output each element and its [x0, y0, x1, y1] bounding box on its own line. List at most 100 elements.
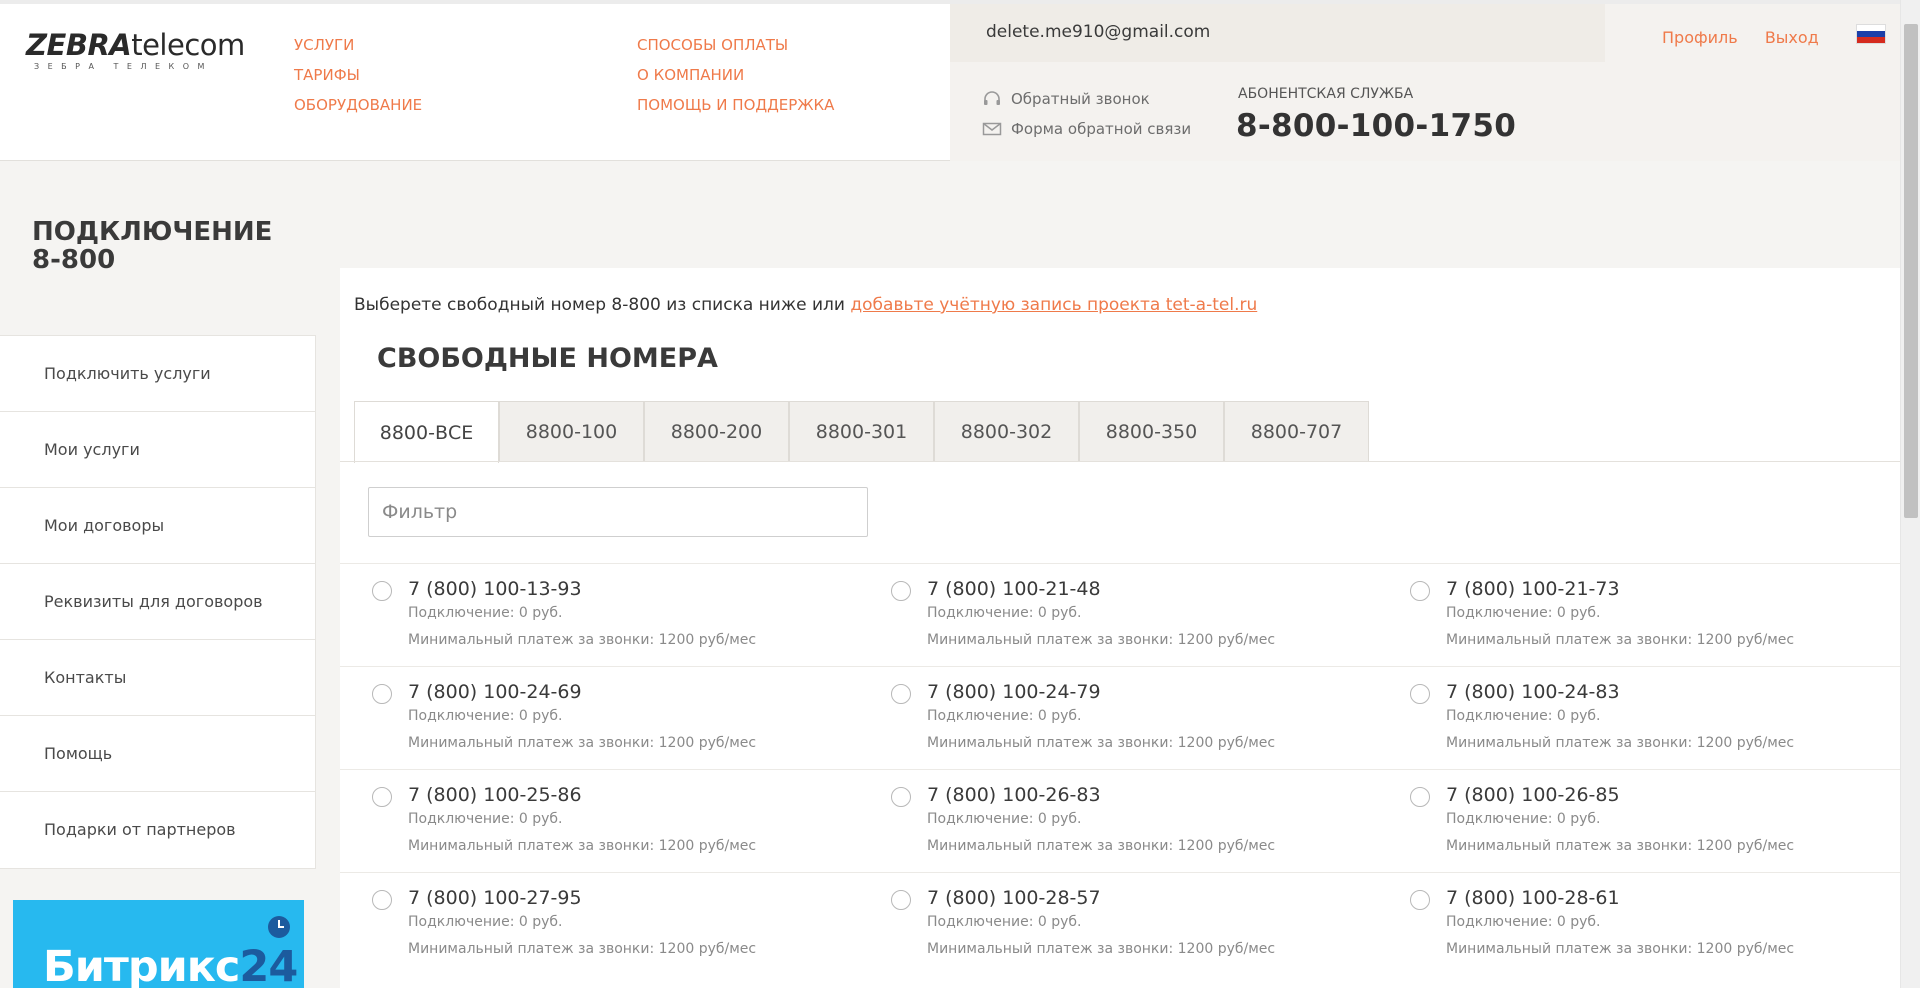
connection-fee: Подключение: 0 руб. [1446, 708, 1601, 724]
minimum-payment: Минимальный платеж за звонки: 1200 руб/м… [927, 735, 1276, 751]
connection-fee: Подключение: 0 руб. [408, 811, 563, 827]
minimum-payment: Минимальный платеж за звонки: 1200 руб/м… [408, 838, 757, 854]
bitrix24-logo-text: Битрикс24 [43, 942, 298, 988]
connection-fee: Подключение: 0 руб. [1446, 914, 1601, 930]
tab-8800-all[interactable]: 8800-ВСЕ [354, 401, 499, 463]
logo-subtitle: ЗЕБРА ТЕЛЕКОМ [34, 62, 213, 71]
phone-number: 7 (800) 100-28-61 [1446, 887, 1620, 909]
add-account-link[interactable]: добавьте учётную запись проекта tet-a-te… [850, 295, 1257, 315]
radio-button[interactable] [1410, 581, 1430, 601]
phone-number: 7 (800) 100-27-95 [408, 887, 582, 909]
number-option[interactable]: 7 (800) 100-26-83 Подключение: 0 руб. Мини… [859, 770, 1359, 873]
account-email: delete.me910@gmail.com [986, 22, 1211, 42]
scrollbar-thumb[interactable] [1904, 24, 1918, 518]
connection-fee: Подключение: 0 руб. [408, 605, 563, 621]
tabs-divider [340, 461, 1900, 462]
radio-button[interactable] [891, 787, 911, 807]
number-option[interactable]: 7 (800) 100-13-93 Подключение: 0 руб. Мини… [340, 564, 840, 667]
connection-fee: Подключение: 0 руб. [408, 914, 563, 930]
feedback-form-link[interactable]: Форма обратной связи [982, 120, 1191, 138]
phone-number: 7 (800) 100-26-85 [1446, 784, 1620, 806]
number-option[interactable]: 7 (800) 100-28-61 Подключение: 0 руб. Мини… [1378, 873, 1878, 976]
minimum-payment: Минимальный платеж за звонки: 1200 руб/м… [927, 632, 1276, 648]
sidebar-item-partner-gifts[interactable]: Подарки от партнеров [0, 792, 315, 868]
minimum-payment: Минимальный платеж за звонки: 1200 руб/м… [1446, 632, 1795, 648]
phone-number: 7 (800) 100-26-83 [927, 784, 1101, 806]
callback-link[interactable]: Обратный звонок [982, 90, 1150, 108]
radio-button[interactable] [1410, 684, 1430, 704]
radio-button[interactable] [372, 787, 392, 807]
sidebar-item-my-contracts[interactable]: Мои договоры [0, 488, 315, 564]
radio-button[interactable] [1410, 787, 1430, 807]
nav-tariffs[interactable]: ТАРИФЫ [294, 60, 422, 90]
number-option[interactable]: 7 (800) 100-27-95 Подключение: 0 руб. Мини… [340, 873, 840, 976]
tab-8800-100[interactable]: 8800-100 [499, 401, 644, 462]
sidebar-item-contacts[interactable]: Контакты [0, 640, 315, 716]
tab-8800-302[interactable]: 8800-302 [934, 401, 1079, 462]
subscriber-service-phone[interactable]: 8-800-100-1750 [1236, 108, 1516, 144]
number-option[interactable]: 7 (800) 100-26-85 Подключение: 0 руб. Мини… [1378, 770, 1878, 873]
intro-label: Выберете свободный номер 8-800 из списка… [354, 295, 851, 315]
connection-fee: Подключение: 0 руб. [408, 708, 563, 724]
tab-8800-301[interactable]: 8800-301 [789, 401, 934, 462]
main-nav-col-2: СПОСОБЫ ОПЛАТЫ О КОМПАНИИ ПОМОЩЬ И ПОДДЕ… [637, 30, 834, 120]
russian-flag-icon[interactable] [1856, 24, 1886, 44]
tab-8800-200[interactable]: 8800-200 [644, 401, 789, 462]
phone-number: 7 (800) 100-21-48 [927, 578, 1101, 600]
number-row: 7 (800) 100-25-86 Подключение: 0 руб. Мини… [340, 769, 1900, 872]
minimum-payment: Минимальный платеж за звонки: 1200 руб/м… [408, 941, 757, 957]
radio-button[interactable] [372, 684, 392, 704]
number-option[interactable]: 7 (800) 100-25-86 Подключение: 0 руб. Мини… [340, 770, 840, 873]
number-option[interactable]: 7 (800) 100-21-48 Подключение: 0 руб. Мини… [859, 564, 1359, 667]
connection-fee: Подключение: 0 руб. [927, 914, 1082, 930]
minimum-payment: Минимальный платеж за звонки: 1200 руб/м… [927, 838, 1276, 854]
connection-fee: Подключение: 0 руб. [927, 708, 1082, 724]
phone-number: 7 (800) 100-24-79 [927, 681, 1101, 703]
number-row: 7 (800) 100-24-69 Подключение: 0 руб. Мини… [340, 666, 1900, 769]
nav-payment-methods[interactable]: СПОСОБЫ ОПЛАТЫ [637, 30, 834, 60]
bitrix24-banner[interactable]: Битрикс24 [13, 900, 304, 988]
number-option[interactable]: 7 (800) 100-24-69 Подключение: 0 руб. Мини… [340, 667, 840, 770]
sidebar-item-connect-services[interactable]: Подключить услуги [0, 336, 315, 412]
radio-button[interactable] [891, 581, 911, 601]
clock-icon [268, 916, 290, 938]
radio-button[interactable] [372, 890, 392, 910]
profile-link[interactable]: Профиль [1662, 28, 1738, 47]
sidebar-item-contract-details[interactable]: Реквизиты для договоров [0, 564, 315, 640]
number-option[interactable]: 7 (800) 100-28-57 Подключение: 0 руб. Мини… [859, 873, 1359, 976]
sidebar-menu: Подключить услуги Мои услуги Мои договор… [0, 335, 316, 869]
number-option[interactable]: 7 (800) 100-24-83 Подключение: 0 руб. Мини… [1378, 667, 1878, 770]
radio-button[interactable] [372, 581, 392, 601]
logout-link[interactable]: Выход [1765, 28, 1819, 47]
tab-8800-350[interactable]: 8800-350 [1079, 401, 1224, 462]
radio-button[interactable] [1410, 890, 1430, 910]
site-header: ZEBRAtelecom ЗЕБРА ТЕЛЕКОМ УСЛУГИ ТАРИФЫ… [0, 0, 1900, 161]
zebra-telecom-logo[interactable]: ZEBRAtelecom ЗЕБРА ТЕЛЕКОМ [26, 28, 266, 80]
number-option[interactable]: 7 (800) 100-24-79 Подключение: 0 руб. Мини… [859, 667, 1359, 770]
tab-8800-707[interactable]: 8800-707 [1224, 401, 1369, 462]
phone-number: 7 (800) 100-24-69 [408, 681, 582, 703]
sidebar-item-my-services[interactable]: Мои услуги [0, 412, 315, 488]
number-option[interactable]: 7 (800) 100-21-73 Подключение: 0 руб. Мини… [1378, 564, 1878, 667]
connection-fee: Подключение: 0 руб. [927, 811, 1082, 827]
minimum-payment: Минимальный платеж за звонки: 1200 руб/м… [408, 632, 757, 648]
minimum-payment: Минимальный платеж за звонки: 1200 руб/м… [927, 941, 1276, 957]
nav-services[interactable]: УСЛУГИ [294, 30, 422, 60]
minimum-payment: Минимальный платеж за звонки: 1200 руб/м… [1446, 735, 1795, 751]
logo-wordmark: ZEBRAtelecom [26, 28, 245, 62]
page-scrollbar[interactable] [1900, 0, 1920, 988]
minimum-payment: Минимальный платеж за звонки: 1200 руб/м… [408, 735, 757, 751]
nav-equipment[interactable]: ОБОРУДОВАНИЕ [294, 90, 422, 120]
number-row: 7 (800) 100-27-95 Подключение: 0 руб. Мини… [340, 872, 1900, 975]
main-content: Выберете свободный номер 8-800 из списка… [340, 268, 1900, 988]
radio-button[interactable] [891, 890, 911, 910]
sidebar-item-help[interactable]: Помощь [0, 716, 315, 792]
filter-input[interactable] [368, 487, 868, 537]
nav-help-support[interactable]: ПОМОЩЬ И ПОДДЕРЖКА [637, 90, 834, 120]
radio-button[interactable] [891, 684, 911, 704]
account-links: Профиль Выход [1662, 28, 1841, 47]
phone-number: 7 (800) 100-13-93 [408, 578, 582, 600]
nav-about-company[interactable]: О КОМПАНИИ [637, 60, 834, 90]
connection-fee: Подключение: 0 руб. [927, 605, 1082, 621]
phone-number: 7 (800) 100-28-57 [927, 887, 1101, 909]
